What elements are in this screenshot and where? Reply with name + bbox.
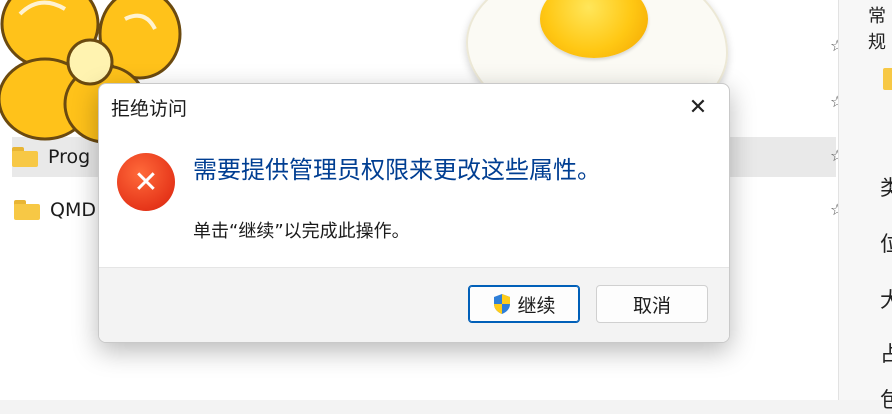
continue-button[interactable]: 继续 [468,285,580,323]
dialog-message: 单击“继续”以完成此操作。 [193,221,410,242]
main-instruction: 需要提供管理员权限来更改这些属性。 [193,156,601,184]
dialog-footer: 继续 取消 [99,267,729,342]
access-denied-dialog: 拒绝访问 ✕ ✕ 需要提供管理员权限来更改这些属性。 单击“继续”以完成此操作。… [98,83,730,343]
property-label: 位 [880,232,892,256]
cancel-button[interactable]: 取消 [596,285,708,323]
error-icon-glyph: ✕ [133,164,159,200]
property-label: 类 [880,176,892,200]
properties-tab-general[interactable]: 常规 [868,2,892,54]
close-icon: ✕ [688,94,708,120]
property-label: 占 [880,342,892,366]
property-label: 包 [880,388,892,412]
uac-shield-icon [494,294,511,314]
folder-icon [883,68,892,90]
property-label: 大 [880,288,892,312]
close-button[interactable]: ✕ [683,92,713,122]
continue-label: 继续 [517,294,556,317]
error-icon: ✕ [117,153,175,211]
list-item[interactable]: QMD [14,190,96,230]
dialog-titlebar[interactable]: 拒绝访问 ✕ [99,84,729,130]
folder-icon [14,200,40,220]
dialog-title: 拒绝访问 [111,98,188,120]
list-item-label: QMD [50,199,96,221]
cancel-label: 取消 [632,294,671,317]
dialog-content: ✕ 需要提供管理员权限来更改这些属性。 单击“继续”以完成此操作。 [99,130,729,268]
